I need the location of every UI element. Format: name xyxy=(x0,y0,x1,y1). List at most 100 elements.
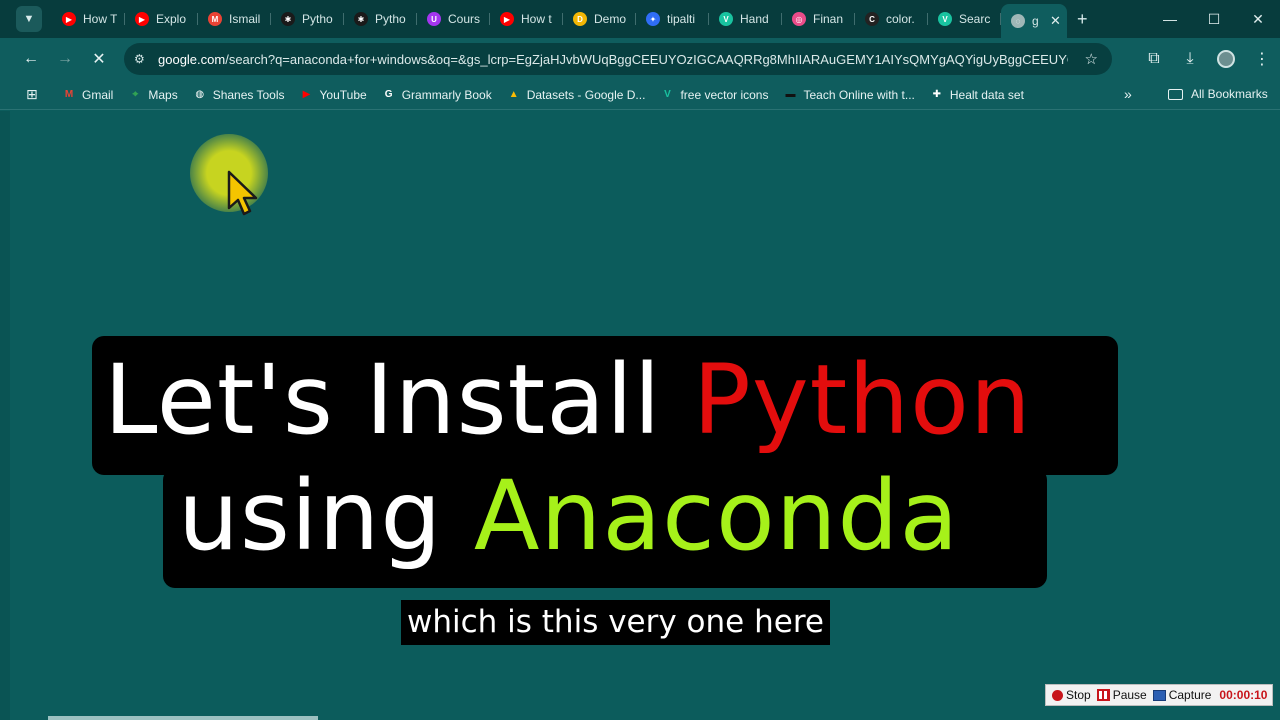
apps-grid-icon[interactable]: ⊞ xyxy=(26,86,48,103)
browser-tab[interactable]: ◌ g ✕ xyxy=(1001,4,1067,38)
bookmark-label: Teach Online with t... xyxy=(803,87,915,102)
bookmarks-overflow-button[interactable]: » xyxy=(1124,86,1132,102)
record-stop-icon xyxy=(1052,689,1063,701)
recording-timer: 00:00:10 xyxy=(1219,688,1268,702)
demo-icon: D xyxy=(573,12,587,26)
browser-tab[interactable]: ▶ How t xyxy=(490,4,563,34)
all-bookmarks-label: All Bookmarks xyxy=(1191,87,1268,101)
close-window-button[interactable]: ✕ xyxy=(1236,0,1280,38)
forward-button[interactable]: → xyxy=(48,42,82,76)
extensions-icon[interactable]: ⧉ xyxy=(1136,42,1172,76)
window-controls: — ☐ ✕ xyxy=(1148,0,1280,38)
browser-toolbar: ← → ✕ ⚙ google.com/search?q=anaconda+for… xyxy=(0,38,1280,80)
loading-icon: ◌ xyxy=(1011,14,1025,28)
tab-label: color. xyxy=(886,12,915,26)
tab-label: Cours xyxy=(448,12,481,26)
browser-tab[interactable]: ✱ Pytho xyxy=(271,4,344,34)
bookmark-item[interactable]: ▲ Datasets - Google D... xyxy=(507,88,646,102)
mouse-pointer-icon xyxy=(227,170,258,216)
bookmark-star-icon[interactable]: ☆ xyxy=(1085,50,1098,68)
teachable-icon: ▬ xyxy=(785,89,796,100)
address-bar[interactable]: ⚙ google.com/search?q=anaconda+for+windo… xyxy=(124,43,1112,75)
tab-strip: ▼ ▶ How T ▶ Explo M Ismail ✱ Pytho ✱ Pytho U Cours ▶… xyxy=(0,0,1280,38)
browser-tab[interactable]: V Searc xyxy=(928,4,1001,34)
menu-kebab-icon[interactable]: ⋮ xyxy=(1244,42,1280,76)
avatar xyxy=(1217,50,1235,68)
download-icon[interactable]: ⤓ xyxy=(1172,42,1208,76)
bookmark-item[interactable]: ▶ YouTube xyxy=(300,88,367,102)
tab-label: g xyxy=(1032,14,1039,28)
back-button[interactable]: ← xyxy=(14,42,48,76)
browser-tab[interactable]: ▶ Explo xyxy=(125,4,198,34)
arrow-left-icon: ← xyxy=(23,50,39,67)
browser-tab[interactable]: ◎ Finan xyxy=(782,4,855,34)
caption-text-using: using xyxy=(178,460,474,572)
profile-button[interactable] xyxy=(1208,42,1244,76)
gmail-icon: M xyxy=(208,12,222,26)
minimize-button[interactable]: — xyxy=(1148,0,1192,38)
youtube-icon: ▶ xyxy=(302,89,311,100)
tab-label: How T xyxy=(83,12,117,26)
folder-icon xyxy=(1168,88,1183,100)
browser-tab[interactable]: Ccolor. xyxy=(855,4,928,34)
bookmark-label: Maps xyxy=(148,87,178,102)
bookmark-item[interactable]: M Gmail xyxy=(62,88,114,102)
page-left-edge xyxy=(0,111,10,720)
new-tab-button[interactable]: + xyxy=(1077,9,1088,30)
tab-label: Finan xyxy=(813,12,844,26)
tab-label: Ismail xyxy=(229,12,261,26)
maps-icon: ⌖ xyxy=(132,89,139,100)
site-settings-icon[interactable]: ⚙ xyxy=(134,52,152,66)
caption-text-anaconda: Anaconda xyxy=(473,460,960,572)
browser-tab[interactable]: V Hand xyxy=(709,4,782,34)
close-icon: ✕ xyxy=(92,51,106,68)
bookmark-item[interactable]: ✚ Healt data set xyxy=(930,88,1024,102)
pause-recording-button[interactable]: Pause xyxy=(1096,688,1147,702)
close-tab-icon[interactable]: ✕ xyxy=(1050,13,1061,29)
bookmark-label: Grammarly Book xyxy=(401,87,492,102)
capture-label: Capture xyxy=(1168,688,1212,702)
pause-icon xyxy=(1096,689,1110,701)
browser-tab[interactable]: D Demo xyxy=(563,4,636,34)
screen-recorder-widget: Stop Pause Capture 00:00:10 xyxy=(1045,684,1273,706)
dribbble-icon: ◎ xyxy=(792,12,806,26)
maximize-button[interactable]: ☐ xyxy=(1192,0,1236,38)
browser-tab[interactable]: ▶ How T xyxy=(52,4,125,34)
bookmark-label: YouTube xyxy=(319,87,367,102)
tab-search-button[interactable]: ▼ xyxy=(16,6,42,32)
browser-tab[interactable]: M Ismail xyxy=(198,4,271,34)
tab-list: ▶ How T ▶ Explo M Ismail ✱ Pytho ✱ Pytho U Cours ▶ Ho… xyxy=(52,0,1067,38)
tab-label: Hand xyxy=(740,12,769,26)
all-bookmarks-button[interactable]: All Bookmarks xyxy=(1168,87,1268,101)
tab-label: Searc xyxy=(959,12,991,26)
bookmark-item[interactable]: ▬ Teach Online with t... xyxy=(783,88,914,102)
capture-button[interactable]: Capture xyxy=(1152,688,1212,702)
vectorify-icon: V xyxy=(664,89,671,100)
bookmark-item[interactable]: Vfree vector icons xyxy=(660,88,768,102)
vectorify-icon: V xyxy=(938,12,952,26)
browser-tab[interactable]: U Cours xyxy=(417,4,490,34)
bookmark-item[interactable]: G Grammarly Book xyxy=(382,88,492,102)
bookmarks-bar: ⊞ M Gmail ⌖ Maps ◍ Shanes Tools ▶ YouTube G Gramm… xyxy=(0,80,1280,110)
bookmark-label: Datasets - Google D... xyxy=(526,87,646,102)
url-path: /search?q=anaconda+for+windows&oq=&gs_lc… xyxy=(225,51,1068,67)
tab-label: Pytho xyxy=(375,12,406,26)
stop-recording-button[interactable]: Stop xyxy=(1052,688,1091,702)
stop-loading-button[interactable]: ✕ xyxy=(82,42,116,76)
bookmark-item[interactable]: ◍ Shanes Tools xyxy=(193,88,284,102)
openai-icon: ✱ xyxy=(281,12,295,26)
url-text[interactable]: google.com/search?q=anaconda+for+windows… xyxy=(158,52,1068,67)
subtitle: which is this very one here xyxy=(401,600,830,645)
vectorify-icon: V xyxy=(719,12,733,26)
monitor-icon xyxy=(1152,689,1166,701)
arrow-right-icon: → xyxy=(57,50,73,67)
caption-line-1: Let's Install Python xyxy=(104,352,1032,448)
tab-label: Pytho xyxy=(302,12,333,26)
grammarly-icon: G xyxy=(384,89,393,100)
browser-tab[interactable]: ✱ Pytho xyxy=(344,4,417,34)
youtube-icon: ▶ xyxy=(135,12,149,26)
tipalti-icon: ✦ xyxy=(646,12,660,26)
browser-tab[interactable]: ✦ tipalti xyxy=(636,4,709,34)
bookmark-item[interactable]: ⌖ Maps xyxy=(128,87,178,102)
tab-label: tipalti xyxy=(667,12,696,26)
